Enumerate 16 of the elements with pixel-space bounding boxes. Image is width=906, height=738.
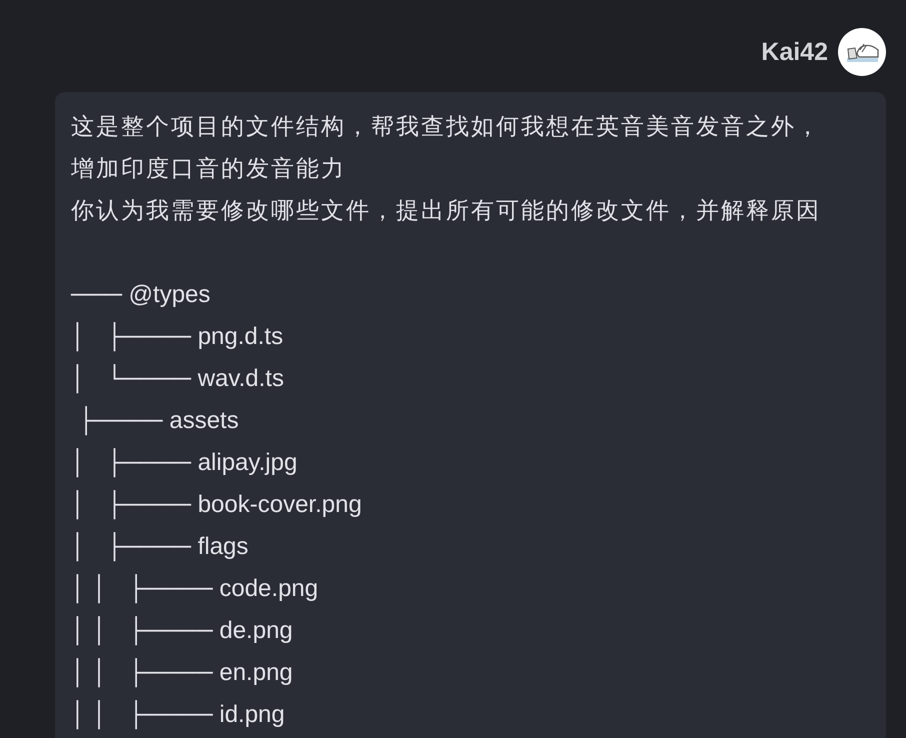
tree-line: │ │ ├──── code.png [71,573,318,606]
tree-line: ─── @types [71,280,210,310]
tree-line: │ ├──── png.d.ts [71,321,284,354]
tree-line: │ └──── wav.d.ts [71,363,284,396]
tree-line: │ │ ├──── id.png [71,699,285,732]
message-text: 你认为我需要修改哪些文件，提出所有可能的修改文件，并解释原因 [71,197,821,226]
tree-line: │ ├──── flags [71,531,248,564]
user-name: Kai42 [761,38,828,66]
avatar-icon [838,28,886,76]
tree-line: ├──── assets [76,405,239,438]
tree-line: │ ├──── alipay.jpg [71,447,298,480]
message-text: 增加印度口音的发音能力 [71,155,346,184]
tree-line: │ ├──── book-cover.png [71,489,362,522]
message-text: 这是整个项目的文件结构，帮我查找如何我想在英音美音发音之外， [71,113,821,142]
tree-line: │ │ ├──── de.png [71,615,293,648]
tree-line: │ │ ├──── en.png [71,657,293,690]
